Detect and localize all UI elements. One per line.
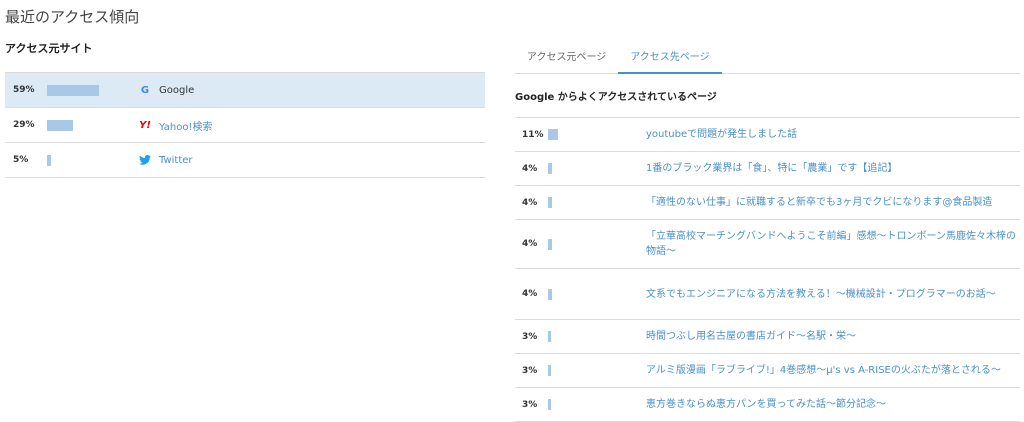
page-tabs: アクセス元ページ アクセス先ページ <box>515 40 1020 74</box>
dest-bar <box>548 288 552 300</box>
dest-page-link[interactable]: 時間つぶし用名古屋の書店ガイド～名駅・栄～ <box>646 329 1018 344</box>
list-item: 4% 「適性のない仕事」に就職すると新卒でも3ヶ月でクビになります@食品製造 <box>515 186 1020 220</box>
dest-bar <box>548 238 552 250</box>
dest-percent: 4% <box>522 289 538 299</box>
list-item: 4% 1番のブラック業界は「食」、特に「農業」です【追記】 <box>515 152 1020 186</box>
source-section-title: アクセス元サイト <box>5 42 93 55</box>
list-item: 3% 恵方巻きならぬ恵方パンを買ってみた話～節分記念～ <box>515 388 1020 422</box>
dest-percent: 3% <box>522 331 538 342</box>
dest-bar <box>548 129 558 140</box>
source-list: 59% G Google 29% Y! Yahoo!検索 5% Twitter <box>5 72 485 178</box>
source-percent: 59% <box>13 85 35 95</box>
dest-page-link[interactable]: 文系でもエンジニアになる方法を教える！～機械設計・プログラマーのお話～ <box>646 287 1018 302</box>
source-percent: 29% <box>13 120 35 130</box>
access-destination-panel: アクセス元ページ アクセス先ページ Google からよくアクセスされているペー… <box>515 40 1020 422</box>
source-row-yahoo[interactable]: 29% Y! Yahoo!検索 <box>5 108 485 143</box>
twitter-icon <box>139 154 151 166</box>
dest-bar <box>548 399 551 410</box>
page-title: 最近のアクセス傾向 <box>5 8 140 26</box>
dest-page-link[interactable]: 1番のブラック業界は「食」、特に「農業」です【追記】 <box>646 161 1018 176</box>
dest-bar <box>548 331 551 342</box>
source-bar <box>47 119 73 131</box>
yahoo-icon: Y! <box>139 119 151 131</box>
dest-bar <box>548 365 551 376</box>
list-item: 4% 「立華高校マーチングバンドへようこそ前編」感想～トロンボーン馬鹿佐々木梓の… <box>515 220 1020 269</box>
dest-percent: 3% <box>522 365 538 376</box>
source-row-google[interactable]: 59% G Google <box>5 73 485 108</box>
dest-percent: 11% <box>522 129 544 140</box>
list-item: 3% 時間つぶし用名古屋の書店ガイド～名駅・栄～ <box>515 320 1020 354</box>
dest-bar <box>548 163 552 174</box>
dest-percent: 4% <box>522 239 538 249</box>
access-source-panel: アクセス元サイト 59% G Google 29% Y! Yahoo!検索 5% <box>5 40 485 178</box>
dest-page-link[interactable]: 「適性のない仕事」に就職すると新卒でも3ヶ月でクビになります@食品製造 <box>646 195 1018 210</box>
source-name: Google <box>159 84 195 96</box>
source-percent: 5% <box>13 155 29 165</box>
destination-section-title: Google からよくアクセスされているページ <box>515 92 717 103</box>
dest-percent: 4% <box>522 197 538 208</box>
dest-percent: 3% <box>522 399 538 410</box>
dest-page-link[interactable]: 「立華高校マーチングバンドへようこそ前編」感想～トロンボーン馬鹿佐々木梓の物語～ <box>646 229 1018 259</box>
tab-source-page[interactable]: アクセス元ページ <box>515 40 618 73</box>
source-name: Twitter <box>159 154 193 166</box>
source-row-twitter[interactable]: 5% Twitter <box>5 143 485 178</box>
dest-percent: 4% <box>522 163 538 174</box>
list-item: 4% 文系でもエンジニアになる方法を教える！～機械設計・プログラマーのお話～ <box>515 269 1020 320</box>
dest-page-link[interactable]: 恵方巻きならぬ恵方パンを買ってみた話～節分記念～ <box>646 397 1018 412</box>
tab-destination-page[interactable]: アクセス先ページ <box>618 40 722 74</box>
source-bar <box>47 154 51 166</box>
source-bar <box>47 84 99 96</box>
dest-page-link[interactable]: アルミ版漫画「ラブライブ!」4巻感想～μ's vs A-RISEの火ぶたが落とさ… <box>646 363 1018 378</box>
destination-list: 11% youtubeで問題が発生しました話 4% 1番のブラック業界は「食」、… <box>515 117 1020 422</box>
source-name: Yahoo!検索 <box>159 121 213 133</box>
list-item: 3% アルミ版漫画「ラブライブ!」4巻感想～μ's vs A-RISEの火ぶたが… <box>515 354 1020 388</box>
dest-bar <box>548 197 552 208</box>
list-item: 11% youtubeで問題が発生しました話 <box>515 118 1020 152</box>
dest-page-link[interactable]: youtubeで問題が発生しました話 <box>646 127 1018 142</box>
google-icon: G <box>140 84 150 96</box>
